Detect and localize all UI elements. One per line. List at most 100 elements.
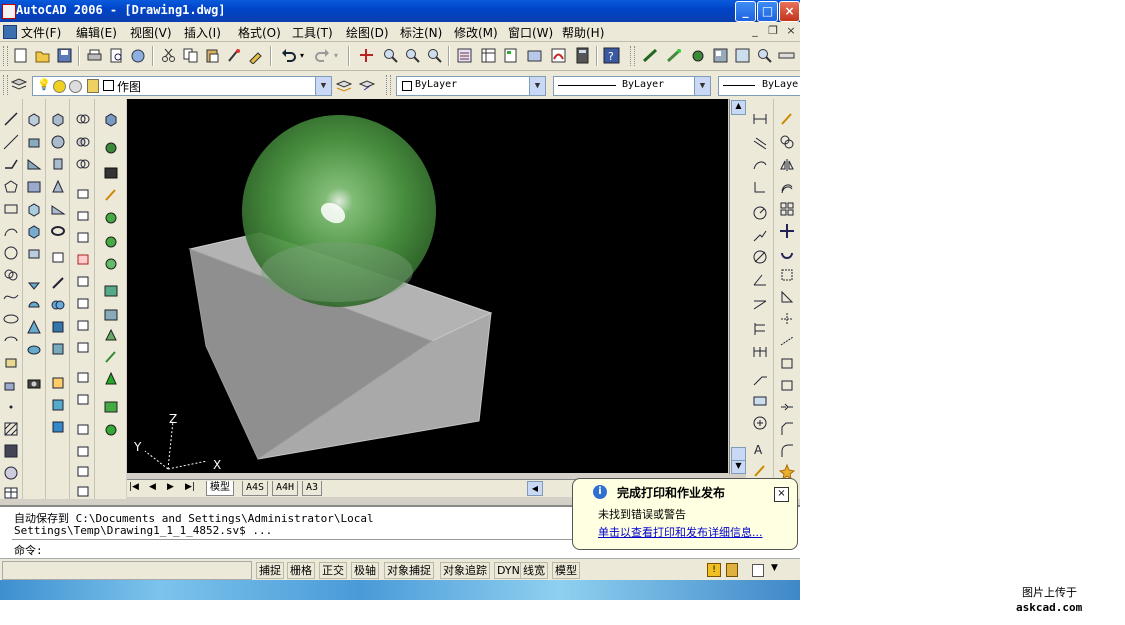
camera-icon[interactable] — [26, 375, 42, 391]
hscroll-left-icon[interactable]: ◀ — [527, 481, 543, 496]
menu-insert[interactable]: 插入(I) — [184, 24, 221, 41]
aligned-dimension-icon[interactable] — [752, 135, 768, 151]
ruler-icon[interactable] — [778, 47, 795, 64]
ellipse-icon[interactable] — [3, 311, 19, 327]
paste-icon[interactable] — [204, 47, 221, 64]
new-landscape-icon[interactable] — [103, 327, 119, 343]
prev-tab-icon[interactable]: ◀ — [149, 482, 156, 492]
copy-object-icon[interactable] — [779, 134, 795, 150]
solid-pyramid-icon[interactable] — [26, 319, 42, 335]
trim-icon[interactable] — [779, 311, 795, 327]
lock-icon[interactable] — [726, 563, 738, 577]
quick-dimension-icon[interactable] — [752, 297, 768, 313]
arc-icon[interactable] — [3, 223, 19, 239]
warning-icon[interactable]: ! — [707, 563, 721, 577]
array-icon[interactable] — [779, 201, 795, 217]
landscape-library-icon[interactable] — [103, 371, 119, 387]
erase-icon[interactable] — [779, 111, 795, 127]
menu-edit[interactable]: 编辑(E) — [76, 24, 117, 41]
hide-icon[interactable] — [103, 111, 119, 127]
render-icon[interactable] — [642, 47, 659, 64]
hatch-icon[interactable] — [3, 421, 19, 437]
solid-union-icon[interactable] — [50, 319, 66, 335]
open-icon[interactable] — [34, 47, 51, 64]
menu-window[interactable]: 窗口(W) — [508, 24, 553, 41]
lineweight-combo[interactable]: ByLaye — [718, 76, 800, 96]
intersect-icon[interactable] — [75, 156, 91, 172]
lights-icon[interactable] — [103, 187, 119, 203]
polar-toggle[interactable]: 极轴 — [351, 562, 379, 579]
color-edges-icon[interactable] — [75, 391, 91, 407]
publish-notification-balloon[interactable]: i 完成打印和作业发布 × 未找到错误或警告 单击以查看打印和发布详细信息... — [572, 478, 798, 550]
offset-icon[interactable] — [779, 179, 795, 195]
baseline-dimension-icon[interactable] — [752, 321, 768, 337]
menu-tools[interactable]: 工具(T) — [292, 24, 333, 41]
redo-dropdown-icon[interactable]: ▾ — [334, 51, 338, 60]
menu-dimension[interactable]: 标注(N) — [400, 24, 442, 41]
otrack-toggle[interactable]: 对象追踪 — [440, 562, 490, 579]
line-icon[interactable] — [3, 111, 19, 127]
lights-icon[interactable] — [690, 47, 707, 64]
polygon-icon[interactable] — [3, 179, 19, 195]
doc-restore-icon[interactable]: ❐ — [766, 25, 780, 38]
solid-dome-icon[interactable] — [26, 297, 42, 313]
publish-icon[interactable] — [130, 47, 147, 64]
copy-faces-icon[interactable] — [75, 317, 91, 333]
document-icon[interactable] — [3, 25, 17, 39]
vertical-scrollbar[interactable]: ▲ ▼ — [729, 99, 746, 474]
solid-dish-icon[interactable] — [26, 275, 42, 291]
help-icon[interactable]: ? — [603, 47, 620, 64]
materials-icon[interactable] — [103, 209, 119, 225]
zoom-extents-icon[interactable] — [756, 47, 773, 64]
sphere-icon[interactable] — [50, 134, 66, 150]
mapping-icon[interactable] — [103, 255, 119, 271]
tab-a4s[interactable]: A4S — [242, 481, 269, 496]
section-icon[interactable] — [50, 249, 66, 265]
solid-box-icon[interactable] — [26, 134, 42, 150]
undo-dropdown-icon[interactable]: ▾ — [300, 51, 304, 60]
copy-edges-icon[interactable] — [75, 369, 91, 385]
close-button[interactable]: × — [779, 1, 800, 22]
doc-close-icon[interactable]: × — [784, 25, 798, 38]
status-menu-arrow-icon[interactable]: ▼ — [771, 563, 778, 573]
statistics-icon[interactable] — [103, 421, 119, 437]
cylinder-icon[interactable] — [50, 156, 66, 172]
scenes-icon[interactable] — [103, 165, 119, 181]
interfere-icon[interactable] — [50, 297, 66, 313]
radius-dimension-icon[interactable] — [752, 205, 768, 221]
rotate-faces-icon[interactable] — [75, 273, 91, 289]
menu-help[interactable]: 帮助(H) — [562, 24, 604, 41]
tab-a4h[interactable]: A4H — [272, 481, 299, 496]
ellipse-arc-icon[interactable] — [3, 333, 19, 349]
explode-icon[interactable] — [779, 463, 795, 479]
calculator-icon[interactable] — [574, 47, 591, 64]
toolbar-grip[interactable] — [3, 75, 8, 95]
move-icon[interactable] — [779, 223, 795, 239]
join-icon[interactable] — [779, 399, 795, 415]
torus-icon[interactable] — [50, 223, 66, 239]
minimize-button[interactable]: _ — [735, 1, 756, 22]
osnap-toggle[interactable]: 对象捕捉 — [384, 562, 434, 579]
slice-icon[interactable] — [50, 275, 66, 291]
make-object-layer-current-icon[interactable] — [335, 76, 352, 93]
surface-icon[interactable] — [26, 201, 42, 217]
clean-icon[interactable] — [75, 443, 91, 459]
box-solid-icon[interactable] — [26, 111, 42, 127]
offset-faces-icon[interactable] — [75, 229, 91, 245]
taper-faces-icon[interactable] — [75, 295, 91, 311]
undo-icon[interactable] — [280, 47, 297, 64]
color-dropdown-arrow[interactable]: ▼ — [529, 77, 545, 95]
dimension-edit-icon[interactable]: A — [752, 441, 768, 457]
subtract-icon[interactable] — [75, 134, 91, 150]
fillet-icon[interactable] — [779, 443, 795, 459]
3d-box-icon[interactable] — [50, 111, 66, 127]
spline-icon[interactable] — [3, 289, 19, 305]
dyn-toggle[interactable]: DYN — [494, 562, 523, 579]
mirror-icon[interactable] — [779, 157, 795, 173]
color-faces-icon[interactable] — [75, 339, 91, 355]
coordinate-display[interactable] — [2, 561, 252, 580]
revision-cloud-icon[interactable] — [3, 267, 19, 283]
dimension-text-edit-icon[interactable] — [752, 463, 768, 479]
rectangle-icon[interactable] — [3, 201, 19, 217]
layer-previous-icon[interactable] — [358, 76, 375, 93]
